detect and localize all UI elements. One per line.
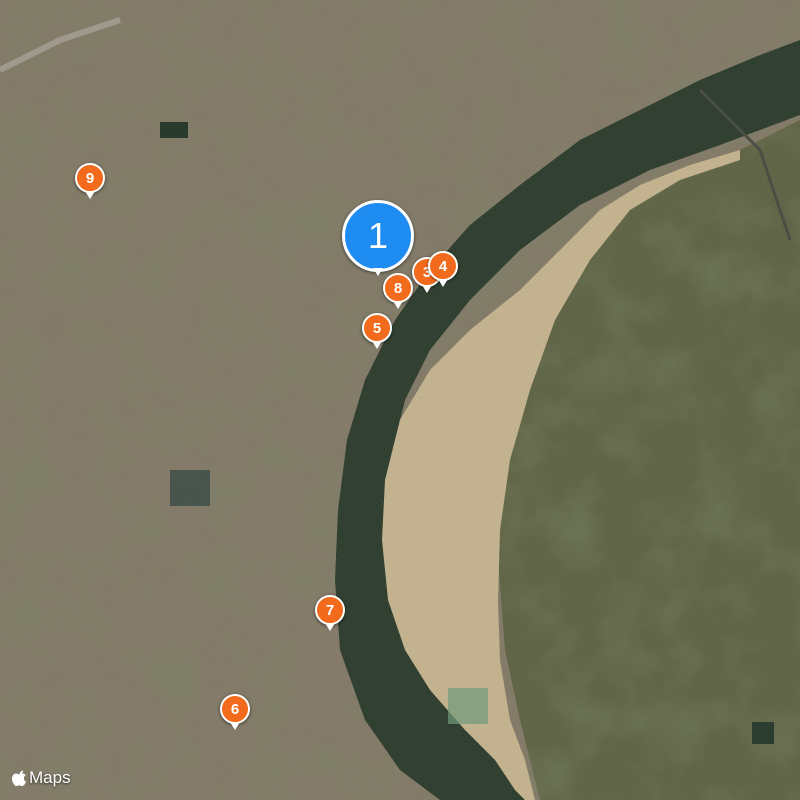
map-marker-1[interactable]: 1 (342, 200, 414, 276)
marker-9-pointer (85, 191, 95, 199)
marker-5-pointer (372, 341, 382, 349)
map-marker-7[interactable]: 7 (315, 595, 345, 631)
marker-4-label: 4 (428, 251, 458, 281)
marker-3-pointer (422, 285, 432, 293)
map-marker-6[interactable]: 6 (220, 694, 250, 730)
marker-6-pointer (230, 722, 240, 730)
marker-8-label: 8 (383, 273, 413, 303)
marker-4-pointer (438, 279, 448, 287)
marker-9-label: 9 (75, 163, 105, 193)
marker-1-label: 1 (342, 200, 414, 272)
map-marker-4[interactable]: 4 (428, 251, 458, 287)
map-marker-9[interactable]: 9 (75, 163, 105, 199)
satellite-imagery (0, 0, 800, 800)
marker-6-label: 6 (220, 694, 250, 724)
maps-attribution[interactable]: Maps (12, 768, 71, 788)
apple-logo-icon (12, 770, 26, 786)
maps-attribution-text: Maps (29, 768, 71, 787)
marker-8-pointer (393, 301, 403, 309)
marker-7-pointer (325, 623, 335, 631)
map-marker-5[interactable]: 5 (362, 313, 392, 349)
marker-1-pointer (373, 268, 383, 276)
marker-7-label: 7 (315, 595, 345, 625)
marker-5-label: 5 (362, 313, 392, 343)
map-marker-8[interactable]: 8 (383, 273, 413, 309)
map-canvas[interactable]: 1 3 4 5 6 7 8 9 Maps (0, 0, 800, 800)
